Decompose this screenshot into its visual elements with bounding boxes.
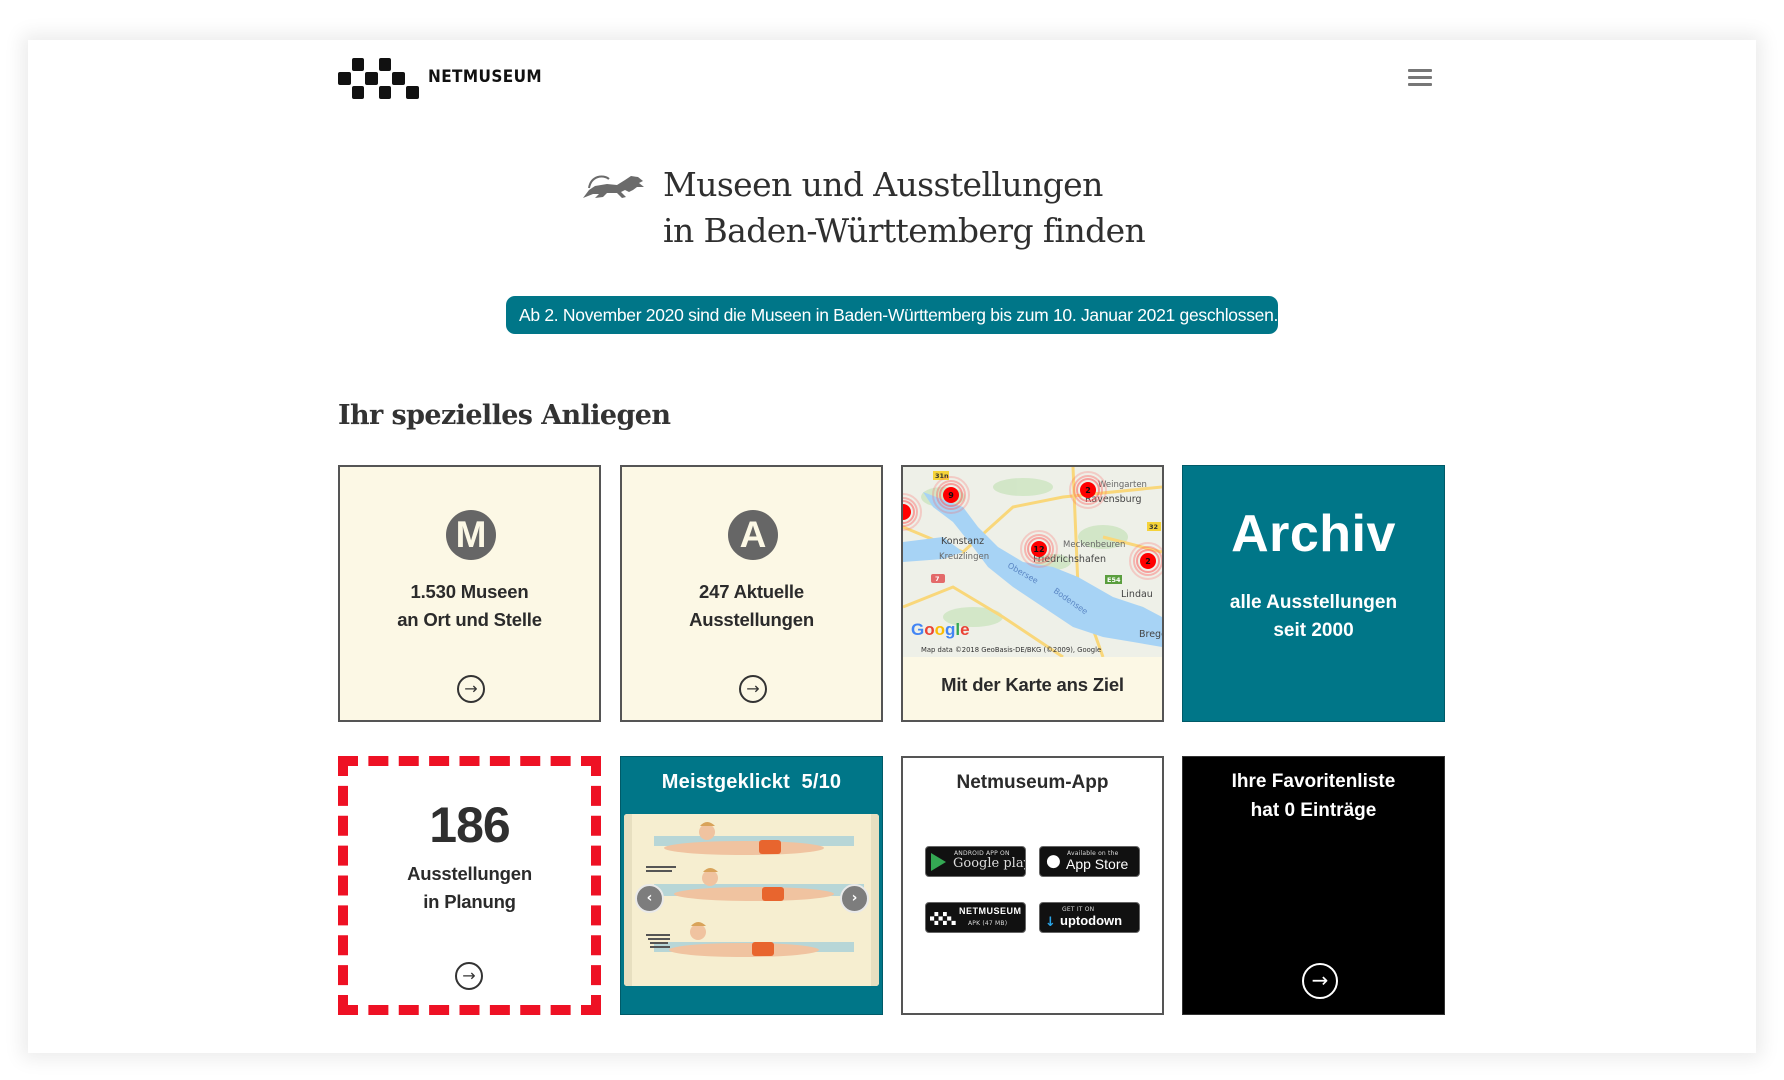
- section-heading: Ihr spezielles Anliegen: [338, 400, 671, 431]
- carousel-prev-button[interactable]: ‹: [635, 884, 664, 913]
- map-label-konstanz: Konstanz: [941, 536, 984, 547]
- uptodown-badge[interactable]: ↓ GET IT ON uptodown: [1039, 902, 1140, 933]
- svg-text:9: 9: [948, 491, 954, 500]
- apk-size: APK (47 MB): [968, 920, 1008, 927]
- google-play-icon: [931, 853, 946, 871]
- planned-count: 186: [429, 797, 510, 853]
- map-attribution: Map data ©2018 GeoBasis-DE/BKG (©2009), …: [921, 646, 1101, 654]
- tile-archive[interactable]: Archiv alle Ausstellungen seit 2000: [1182, 465, 1445, 722]
- title-line-2: in Baden-Württemberg finden: [663, 211, 1146, 250]
- museums-count: 1.530 Museen: [410, 581, 529, 602]
- map-caption: Mit der Karte ans Ziel: [941, 674, 1124, 695]
- exhibition-a-icon: A: [728, 510, 778, 560]
- banner-text: Ab 2. November 2020 sind die Museen in B…: [519, 305, 1278, 325]
- google-logo: Google: [911, 620, 970, 639]
- netmuseum-logo-icon[interactable]: [338, 58, 420, 99]
- tile-planned-exhibitions[interactable]: 186 Ausstellungen in Planung →: [338, 756, 601, 1015]
- favorites-line-2: hat 0 Einträge: [1250, 800, 1377, 821]
- hamburger-menu-icon[interactable]: [1405, 66, 1435, 90]
- arrow-right-circle-icon[interactable]: →: [739, 675, 767, 703]
- arrow-right-circle-icon[interactable]: →: [457, 675, 485, 703]
- tile-favorites[interactable]: Ihre Favoritenliste hat 0 Einträge →: [1182, 756, 1445, 1015]
- uptodown-small: GET IT ON: [1062, 906, 1095, 913]
- road-shield-7: 7: [935, 575, 940, 583]
- tile-map[interactable]: Konstanz Kreuzlingen Meckenbeuren Friedr…: [901, 465, 1164, 722]
- exhibitions-count: 247 Aktuelle: [699, 581, 804, 602]
- museums-subtitle: an Ort und Stelle: [397, 609, 542, 630]
- svg-text:2: 2: [1145, 557, 1151, 566]
- favorites-line-1: Ihre Favoritenliste: [1231, 771, 1396, 792]
- archive-title: Archiv: [1231, 505, 1396, 563]
- most-clicked-label: Meistgeklickt: [661, 771, 790, 793]
- tile-current-exhibitions[interactable]: A 247 Aktuelle Ausstellungen →: [620, 465, 883, 722]
- map-label-meckenbeuren: Meckenbeuren: [1063, 540, 1125, 550]
- download-arrow-icon: ↓: [1045, 915, 1056, 930]
- apk-label: NETMUSEUM: [959, 906, 1022, 916]
- google-play-badge[interactable]: ANDROID APP ON Google play: [925, 846, 1026, 877]
- arrow-right-circle-icon[interactable]: →: [1302, 963, 1338, 999]
- lion-icon: [581, 168, 647, 202]
- road-shield-e54: E54: [1107, 576, 1121, 584]
- tile-museums[interactable]: M 1.530 Museen an Ort und Stelle →: [338, 465, 601, 722]
- map-preview[interactable]: Konstanz Kreuzlingen Meckenbeuren Friedr…: [903, 467, 1162, 657]
- uptodown-label: uptodown: [1060, 913, 1123, 928]
- exhibitions-subtitle: Ausstellungen: [689, 609, 814, 630]
- road-shield-32: 32: [1149, 523, 1158, 531]
- map-label-lindau: Lindau: [1121, 589, 1153, 600]
- favorites-text: Ihre Favoritenliste hat 0 Einträge: [1183, 767, 1444, 825]
- app-store-badge[interactable]: ● Available on the App Store: [1039, 846, 1140, 877]
- netmuseum-apk-icon: [930, 912, 956, 925]
- title-line-1: Museen und Ausstellungen: [663, 165, 1103, 204]
- app-store-label: App Store: [1066, 856, 1129, 872]
- netmuseum-apk-badge[interactable]: NETMUSEUM APK (47 MB): [925, 902, 1026, 933]
- carousel-position: 5/10: [801, 771, 842, 793]
- app-title: Netmuseum-App: [956, 772, 1109, 793]
- brand-name[interactable]: NETMUSEUM: [428, 67, 542, 87]
- museum-m-icon: M: [446, 510, 496, 560]
- planned-line-1: Ausstellungen: [407, 863, 532, 884]
- apple-icon: ●: [1046, 851, 1061, 871]
- most-clicked-header: Meistgeklickt 5/10: [621, 757, 882, 813]
- archive-line-1: alle Ausstellungen: [1229, 592, 1398, 613]
- map-label-bregenz: Brege: [1139, 629, 1162, 640]
- closure-notice-banner[interactable]: Ab 2. November 2020 sind die Museen in B…: [506, 296, 1278, 334]
- tile-netmuseum-app: Netmuseum-App ANDROID APP ON Google play…: [901, 756, 1164, 1015]
- archive-subtitle: alle Ausstellungen seit 2000: [1183, 589, 1444, 645]
- planned-line-2: in Planung: [423, 891, 516, 912]
- arrow-right-circle-icon[interactable]: →: [455, 962, 483, 990]
- google-play-label: Google play: [953, 856, 1026, 871]
- map-label-kreuzlingen: Kreuzlingen: [939, 552, 989, 562]
- page-title: Museen und Ausstellungen in Baden-Württe…: [663, 162, 1146, 254]
- svg-text:2: 2: [1085, 486, 1091, 495]
- tile-most-clicked[interactable]: Meistgeklickt 5/10 ‹ ›: [620, 756, 883, 1015]
- svg-text:12: 12: [1033, 545, 1044, 554]
- carousel-next-button[interactable]: ›: [840, 884, 869, 913]
- archive-line-2: seit 2000: [1273, 620, 1354, 641]
